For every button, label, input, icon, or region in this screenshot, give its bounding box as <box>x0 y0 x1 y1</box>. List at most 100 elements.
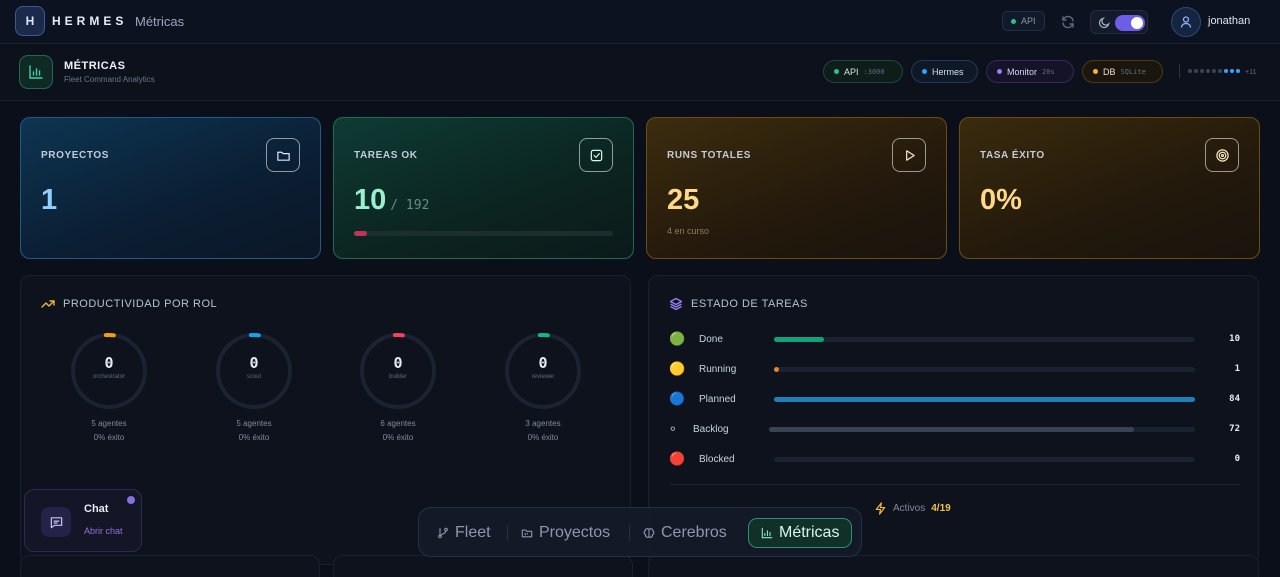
task-status-fill <box>774 367 780 372</box>
bar-chart-icon <box>761 527 773 539</box>
agent-activity-dots[interactable]: +11 <box>1188 69 1257 76</box>
gauge-agent-count: 5 agentes <box>91 419 127 428</box>
task-status-label: Planned <box>699 394 736 405</box>
username[interactable]: jonathan <box>1208 15 1250 27</box>
task-status-bar <box>769 427 1195 432</box>
task-status-count: 10 <box>1229 334 1240 344</box>
page-header: MÉTRICAS Fleet Command Analytics API :30… <box>0 44 1280 101</box>
tasks-total: / 192 <box>390 198 430 213</box>
hermes-logo[interactable]: H <box>15 6 45 36</box>
page-icon <box>19 55 53 89</box>
status-dot <box>997 69 1002 74</box>
trending-up-icon <box>41 300 55 308</box>
check-square-icon <box>590 149 602 161</box>
status-pill-db[interactable]: DB SQLite <box>1082 60 1163 83</box>
stat-card-icon <box>1205 138 1239 172</box>
status-pill-monitor[interactable]: Monitor 20s <box>986 60 1074 83</box>
chat-notification-dot <box>127 496 135 504</box>
status-dot <box>922 69 927 74</box>
task-status-count: 0 <box>1234 454 1240 464</box>
tasks-ok-count: 10 <box>354 184 387 216</box>
activity-dot <box>1194 69 1198 73</box>
gauge-value: 0 <box>249 354 259 372</box>
gauge-value: 0 <box>538 354 548 372</box>
brand-name[interactable]: HERMES <box>52 14 127 28</box>
stat-card-proyectos[interactable]: PROYECTOS 1 <box>20 117 321 259</box>
nav-tab-label: Fleet <box>455 524 491 541</box>
stat-card-tasa-exito[interactable]: TASA ÉXITO 0% <box>959 117 1260 259</box>
nav-tab-label: Proyectos <box>539 524 611 541</box>
status-emoji-icon: 🔵 <box>669 391 686 406</box>
gauge-caption: 5 agentes 0% éxito <box>214 417 294 445</box>
chat-widget[interactable]: Chat Abrir chat <box>24 489 142 552</box>
task-status-bar <box>774 337 1195 342</box>
gauge-role-name: builder <box>388 374 407 380</box>
extra-agents-count: +11 <box>1245 69 1257 76</box>
stat-card-value: 10/ 192 <box>354 184 429 217</box>
stat-card-label: TASA ÉXITO <box>980 150 1045 161</box>
role-gauge-orchestrator[interactable]: 0 orchestrator 5 agentes 0% éxito <box>69 331 149 445</box>
nav-tab-label: Cerebros <box>661 524 727 541</box>
current-section-label[interactable]: Métricas <box>135 14 184 29</box>
panel-divider <box>669 484 1240 485</box>
brain-icon <box>643 528 655 538</box>
moon-icon <box>1098 17 1110 29</box>
task-status-row-running[interactable]: 🟡 Running 1 <box>669 361 1240 377</box>
task-status-row-planned[interactable]: 🔵 Planned 84 <box>669 391 1240 407</box>
dark-mode-toggle[interactable] <box>1115 15 1145 31</box>
status-dot <box>834 69 839 74</box>
gauge-role-name: orchestrator <box>92 374 125 380</box>
chat-bubble-icon <box>50 516 62 528</box>
api-status-dot <box>1011 18 1016 24</box>
nav-tab-proyectos[interactable]: Proyectos <box>521 518 610 548</box>
gauge-value: 0 <box>104 354 114 372</box>
status-emoji-icon: 🟢 <box>669 331 686 346</box>
panel-title: PRODUCTIVIDAD POR ROL <box>63 298 218 310</box>
role-gauge-scout[interactable]: 0 scout 5 agentes 0% éxito <box>214 331 294 445</box>
gauge-success-rate: 0% éxito <box>382 433 414 442</box>
activity-dot <box>1224 69 1228 73</box>
role-gauge-builder[interactable]: 0 builder 6 agentes 0% éxito <box>358 331 438 445</box>
gauge-success-rate: 0% éxito <box>238 433 270 442</box>
nav-tab-cerebros[interactable]: Cerebros <box>643 518 727 548</box>
chat-icon-box <box>41 507 71 537</box>
nav-separator <box>507 525 508 541</box>
gauge-caption: 6 agentes 0% éxito <box>358 417 438 445</box>
user-avatar[interactable] <box>1171 7 1201 37</box>
status-pill-hermes[interactable]: Hermes <box>911 60 978 83</box>
chat-title: Chat <box>84 503 109 515</box>
stat-card-tareas-ok[interactable]: TAREAS OK 10/ 192 <box>333 117 634 259</box>
task-status-row-blocked[interactable]: 🔴 Blocked 0 <box>669 451 1240 467</box>
stat-card-runs-totales[interactable]: RUNS TOTALES 25 4 en curso <box>646 117 947 259</box>
task-status-fill <box>774 397 1195 402</box>
status-emoji-icon: 🟡 <box>669 361 686 376</box>
nav-tab-metricas[interactable]: Métricas <box>748 518 853 548</box>
status-pill-label: API <box>844 66 859 77</box>
refresh-icon[interactable] <box>1060 14 1076 30</box>
activity-dot <box>1200 69 1204 73</box>
tasks-progress-bar <box>354 231 613 236</box>
task-status-bar <box>774 397 1195 402</box>
gauge-value: 0 <box>393 354 403 372</box>
stat-card-label: RUNS TOTALES <box>667 150 752 161</box>
user-icon <box>1180 16 1192 28</box>
status-pill-detail: 20s <box>1042 67 1055 76</box>
stat-card-value: 0% <box>980 184 1022 216</box>
gauge-caption: 3 agentes 0% éxito <box>503 417 583 445</box>
nav-separator <box>629 525 630 541</box>
bottom-navigation: Fleet Proyectos Cerebros Métricas <box>418 507 862 557</box>
activity-dot <box>1212 69 1216 73</box>
task-status-row-backlog[interactable]: ⚪ Backlog 72 <box>669 421 1240 437</box>
bar-chart-icon <box>29 65 43 79</box>
theme-switcher <box>1090 10 1148 34</box>
open-chat-link[interactable]: Abrir chat <box>84 526 123 536</box>
status-pill-api[interactable]: API :3000 <box>823 60 903 83</box>
activity-dot <box>1230 69 1234 73</box>
role-gauge-reviewer[interactable]: 0 reviewer 3 agentes 0% éxito <box>503 331 583 445</box>
status-pill-detail: SQLite <box>1120 67 1146 76</box>
header-divider <box>1179 64 1180 78</box>
nav-tab-fleet[interactable]: Fleet <box>437 518 491 548</box>
footer-stat-value: 4/19 <box>931 503 951 514</box>
gauge-success-rate: 0% éxito <box>527 433 559 442</box>
task-status-row-done[interactable]: 🟢 Done 10 <box>669 331 1240 347</box>
